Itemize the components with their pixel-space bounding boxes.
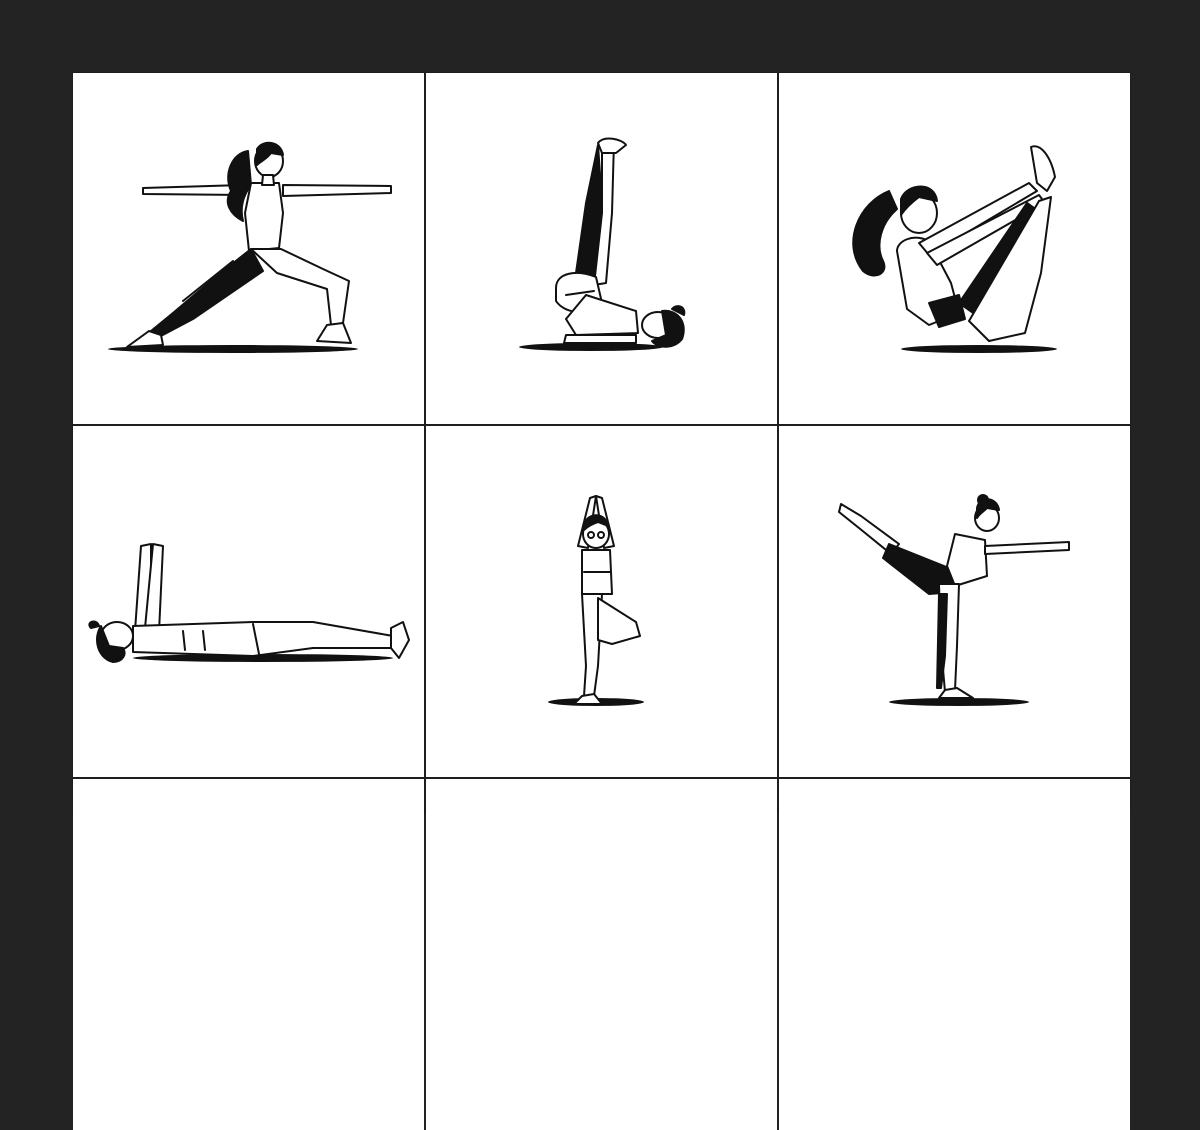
pose-card-dancer: [779, 426, 1130, 777]
boat-pose-figure: [852, 145, 1057, 353]
dancer-pose-figure: [838, 494, 1070, 706]
supine-arms-raised-pose-figure: [88, 543, 410, 663]
pose-card-cropped-1: [73, 779, 424, 1130]
warrior-two-pose-figure: [108, 141, 392, 353]
pose-card-tree: [426, 426, 777, 777]
pose-card-warrior: [73, 73, 424, 424]
tree-pose-figure: [548, 495, 644, 706]
pose-card-cropped-3: [779, 779, 1130, 1130]
yoga-pose-grid: [72, 72, 1131, 1130]
pose-card-cropped-2: [426, 779, 777, 1130]
pose-card-supine: [73, 426, 424, 777]
pose-card-shoulder-stand: [426, 73, 777, 424]
pose-card-boat: [779, 73, 1130, 424]
shoulder-stand-pose-figure: [519, 137, 686, 351]
